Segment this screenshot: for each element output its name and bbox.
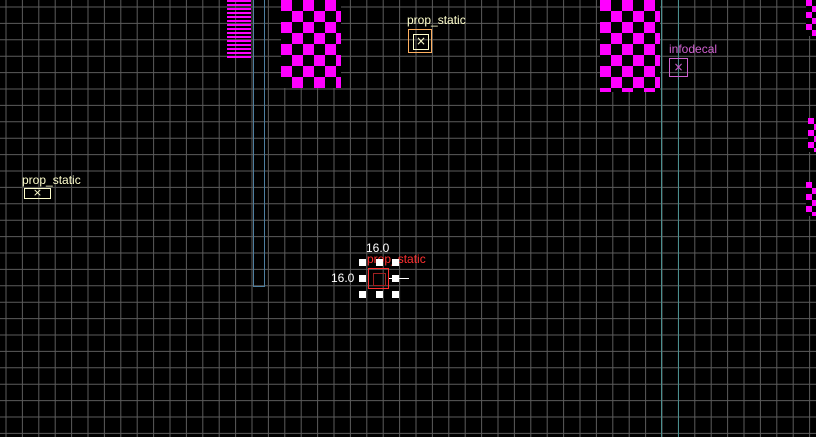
prop-static-label-top: prop_static [407,13,466,27]
prop-static-label-left: prop_static [22,173,81,187]
selected-box-icon[interactable] [368,268,389,289]
brush-ladder[interactable] [227,0,251,58]
checker-brush-edge-a[interactable] [806,0,816,36]
x-box-icon[interactable]: × [24,186,51,199]
infodecal-label: infodecal [669,42,718,56]
checker-brush-right[interactable] [600,0,660,92]
resize-handle-w[interactable] [359,275,366,282]
selection-height-readout: 16.0 [331,271,355,285]
resize-handle-ne[interactable] [392,259,399,266]
x-box-icon[interactable]: × [669,58,688,77]
x-box-icon[interactable]: × [408,29,432,53]
editor-2d-viewport[interactable]: prop_static × infodecal × prop_static × … [0,0,816,437]
resize-handle-e[interactable] [392,275,399,282]
resize-handle-n[interactable] [376,259,383,266]
grid [0,0,816,437]
resize-handle-s[interactable] [376,291,383,298]
checker-brush-edge-c[interactable] [806,182,816,216]
resize-handle-sw[interactable] [359,291,366,298]
checker-brush-left[interactable] [281,0,341,88]
resize-handle-se[interactable] [392,291,399,298]
resize-handle-nw[interactable] [359,259,366,266]
checker-brush-edge-b[interactable] [808,118,816,152]
brush-column-left[interactable] [253,0,265,287]
